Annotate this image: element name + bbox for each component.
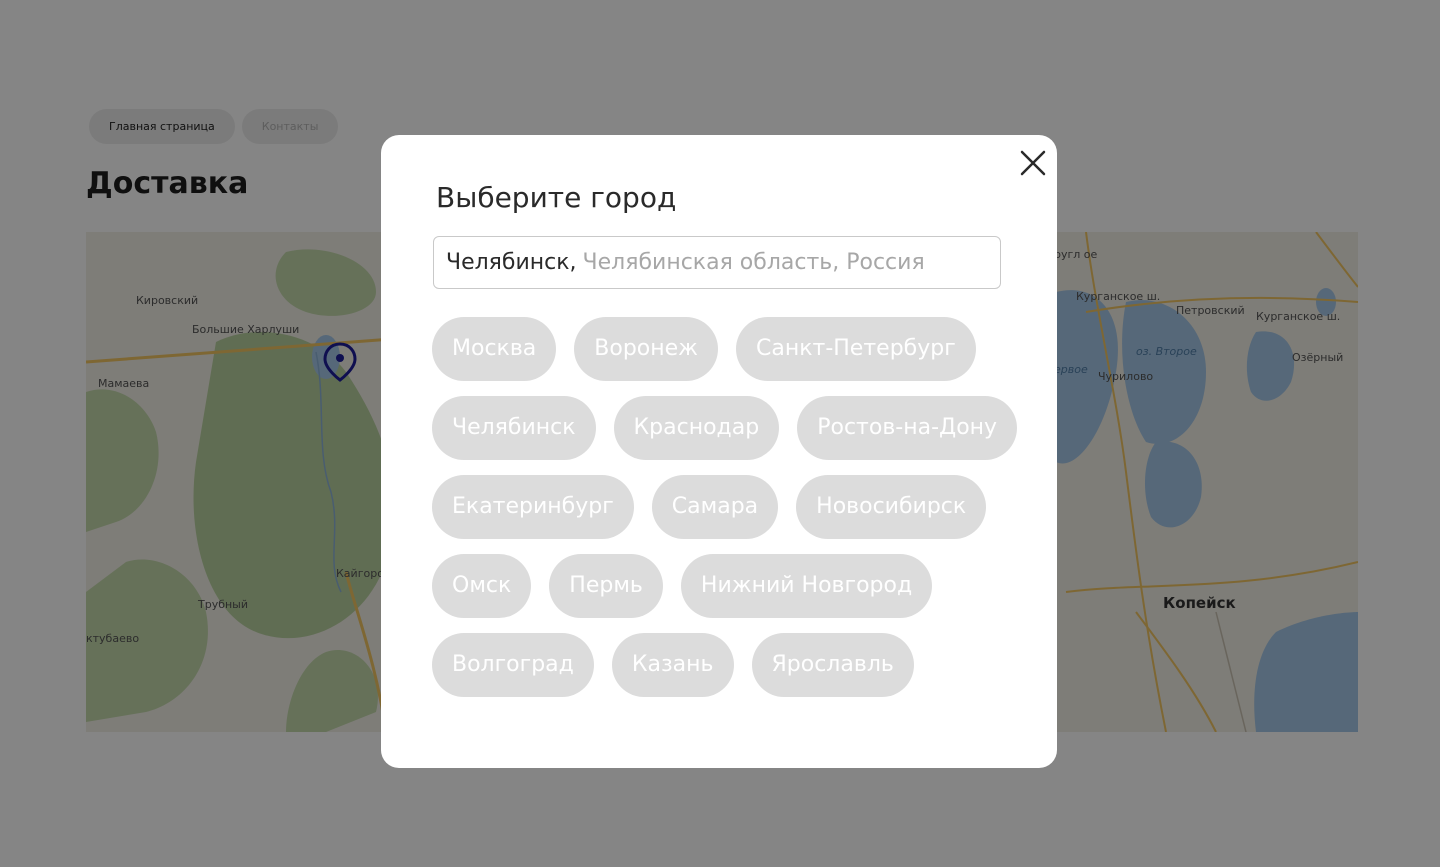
- modal-title: Выберите город: [436, 181, 677, 214]
- city-chip-volgograd[interactable]: Волгоград: [432, 633, 594, 697]
- city-chip-perm[interactable]: Пермь: [549, 554, 663, 618]
- city-search-input[interactable]: Челябинск, Челябинская область, Россия: [433, 236, 1001, 289]
- city-chip-moscow[interactable]: Москва: [432, 317, 557, 381]
- city-chip-novosibirsk[interactable]: Новосибирск: [796, 475, 987, 539]
- city-chip-rostov-on-don[interactable]: Ростов-на-Дону: [797, 396, 1018, 460]
- close-icon: [1020, 150, 1046, 176]
- city-list: Москва Воронеж Санкт-Петербург Челябинск…: [432, 317, 1032, 712]
- city-row: Москва Воронеж Санкт-Петербург: [432, 317, 1032, 381]
- city-row: Екатеринбург Самара Новосибирск: [432, 475, 1032, 539]
- city-chip-krasnodar[interactable]: Краснодар: [613, 396, 780, 460]
- city-chip-voronezh[interactable]: Воронеж: [574, 317, 718, 381]
- search-region-hint: Челябинская область, Россия: [582, 250, 925, 275]
- city-chip-saint-petersburg[interactable]: Санкт-Петербург: [736, 317, 976, 381]
- city-chip-yaroslavl[interactable]: Ярославль: [751, 633, 914, 697]
- city-row: Волгоград Казань Ярославль: [432, 633, 1032, 697]
- city-row: Омск Пермь Нижний Новгород: [432, 554, 1032, 618]
- city-chip-samara[interactable]: Самара: [651, 475, 779, 539]
- city-chip-chelyabinsk[interactable]: Челябинск: [432, 396, 596, 460]
- city-chip-nizhny-novgorod[interactable]: Нижний Новгород: [680, 554, 933, 618]
- city-chip-yekaterinburg[interactable]: Екатеринбург: [432, 475, 634, 539]
- city-select-modal: Выберите город Челябинск, Челябинская об…: [381, 135, 1057, 768]
- city-chip-kazan[interactable]: Казань: [611, 633, 734, 697]
- city-chip-omsk[interactable]: Омск: [432, 554, 532, 618]
- close-button[interactable]: [1019, 149, 1047, 177]
- city-row: Челябинск Краснодар Ростов-на-Дону: [432, 396, 1032, 460]
- search-city-value: Челябинск,: [446, 250, 577, 275]
